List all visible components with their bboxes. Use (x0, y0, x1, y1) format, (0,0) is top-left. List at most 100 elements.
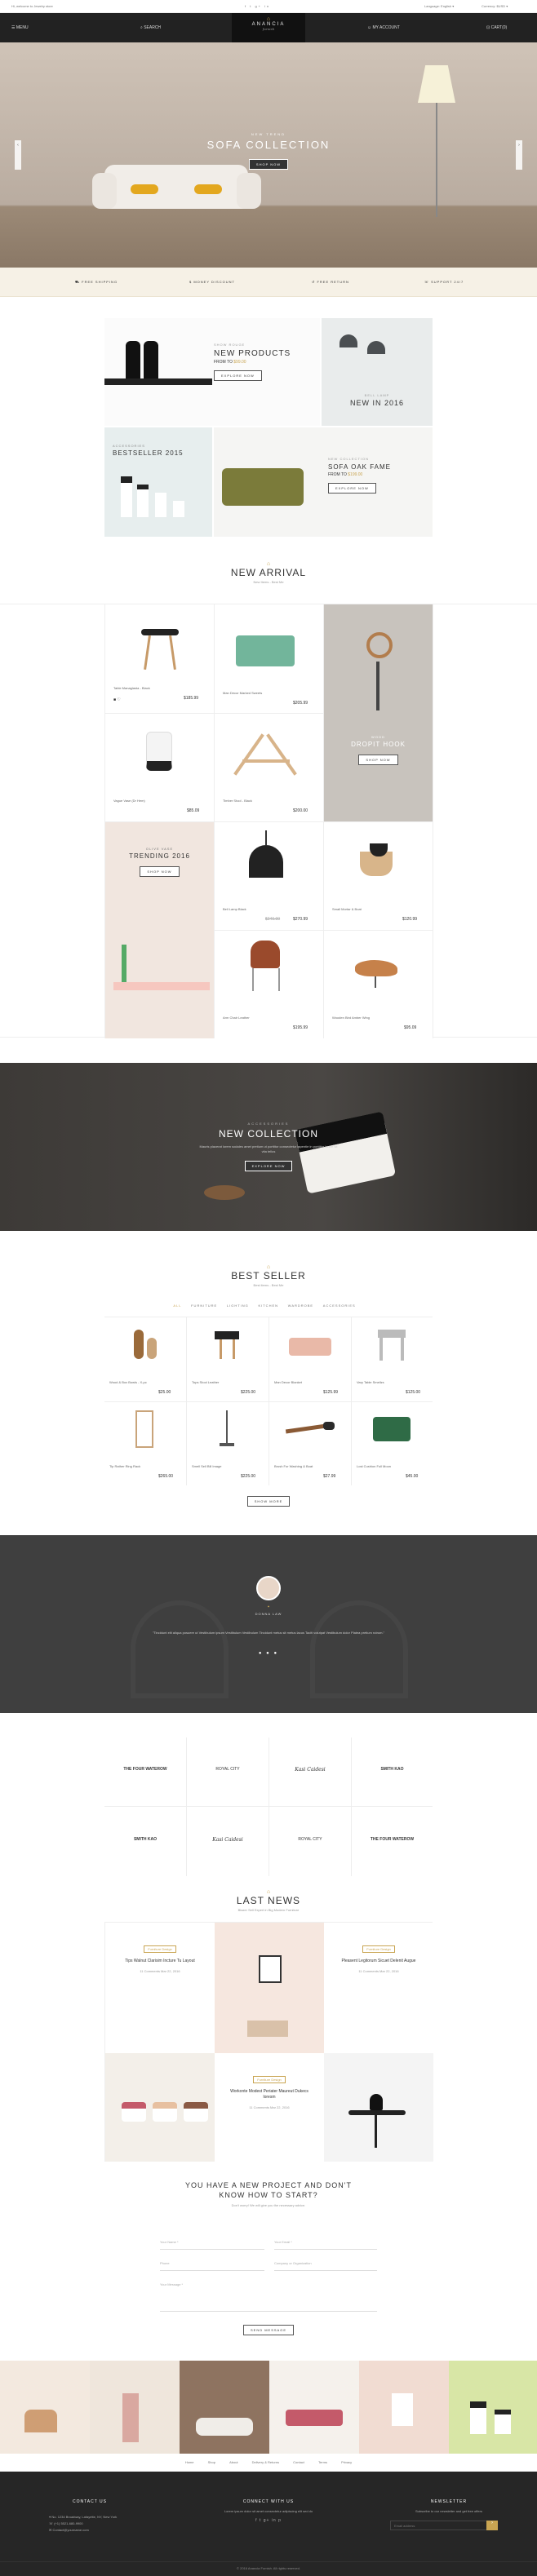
section-title: BEST SELLER (231, 1270, 306, 1281)
footer-heading: CONNECT WITH US (242, 2499, 295, 2504)
product-card[interactable]: Brush For Washing & Boat $27.99 (269, 1402, 351, 1485)
social-links[interactable]: f t g+ in (245, 4, 270, 8)
social-icons[interactable]: f t g+ in p (187, 2518, 350, 2523)
explore-button[interactable]: EXPLORE NOW (244, 1161, 293, 1171)
brand-logo[interactable]: ROYAL CITY (187, 1767, 268, 1772)
product-card[interactable]: Timber Stool - Black $200.00 (215, 714, 323, 821)
tab-all[interactable]: ALL (173, 1303, 181, 1308)
promo-kicker: SHOW ROUGE (214, 343, 246, 347)
product-card[interactable]: Lost Cushion Full Moon $45.00 (352, 1402, 433, 1485)
promo-bestseller[interactable]: ACCESSORIES BESTSELLER 2015 (104, 427, 212, 537)
product-card[interactable]: Wood & Box Bowls - X-pc $25.00 (104, 1318, 186, 1401)
promo-trending[interactable]: OLIVE VASE TRENDING 2016 SHOP NOW (105, 822, 214, 1038)
product-card[interactable]: Man Decor Blanket $125.99 (269, 1318, 351, 1401)
product-card[interactable]: Small Mortar & Boat $120.99 (324, 822, 433, 930)
prev-slide-button[interactable]: ‹ (15, 140, 21, 170)
welcome-text: Hi, welcome to Jewelry store (11, 4, 53, 8)
brand-logo[interactable]: Kasi Caidesi (187, 1837, 268, 1843)
product-image (134, 1330, 144, 1359)
subscribe-button[interactable]: › (486, 2521, 498, 2530)
product-price: $85.09 (187, 808, 200, 813)
brand-logo[interactable]: SMITH KAO (352, 1767, 433, 1772)
tab-accessories[interactable]: ACCESSORIES (323, 1303, 356, 1308)
brand-logo[interactable]: THE FOUR WATEROW (352, 1837, 433, 1842)
feature-free-shipping: ⛟ FREE SHIPPING (75, 280, 118, 284)
promo-new-products[interactable]: SHOW ROUGE NEW PRODUCTS FROM TO $99.00 E… (104, 318, 320, 426)
product-card[interactable]: Man Decor Marked Sweets $205.99 (215, 604, 323, 713)
news-card[interactable]: Furniture Design Pleasent Legitorum Sicu… (324, 1923, 433, 2053)
shop-now-button[interactable]: SHOP NOW (140, 866, 180, 877)
footer-heading: NEWSLETTER (430, 2499, 468, 2504)
footer-link[interactable]: About (229, 2460, 237, 2464)
promo-dropit-hook[interactable]: WOOD DROPIT HOOK SHOP NOW (324, 604, 433, 821)
hook-image (366, 632, 393, 658)
show-more-button[interactable]: SHOW MORE (246, 1496, 291, 1507)
message-field[interactable]: Your Message * (160, 2282, 377, 2312)
product-card[interactable]: Vary Table Smellzs $125.00 (352, 1318, 433, 1401)
email-field[interactable]: Your Email * (274, 2240, 377, 2250)
account-button[interactable]: ☺ MY ACCOUNT (367, 25, 400, 30)
tab-kitchen[interactable]: KITCHEN (258, 1303, 278, 1308)
brand-logo[interactable]: ROYAL CITY (269, 1837, 351, 1842)
product-card[interactable]: Bell Lamp Black $240.00 $270.99 (215, 822, 323, 930)
product-image (355, 960, 397, 976)
promo-title: NEW PRODUCTS (214, 349, 291, 358)
news-card[interactable]: Furniture Design Tips Walnut Clarisim In… (105, 1923, 215, 2053)
currency-select[interactable]: Currency: $USD ▾ (482, 4, 508, 8)
news-header: ⌂ LAST NEWS Blazer Sell Expert in Big Mo… (187, 1889, 350, 1912)
name-field[interactable]: Your Name * (160, 2240, 264, 2250)
tab-wardrobe[interactable]: WARDROBE (288, 1303, 313, 1308)
product-image (373, 1417, 411, 1441)
footer-link[interactable]: Privacy (341, 2460, 352, 2464)
footer-link[interactable]: Terms (318, 2460, 327, 2464)
section-title: LAST NEWS (236, 1895, 301, 1906)
category-tabs: ALL FURNITURE LIGHTING KITCHEN WARDROBE … (105, 1303, 432, 1308)
tab-furniture[interactable]: FURNITURE (191, 1303, 217, 1308)
company-field[interactable]: Company or Organization (274, 2261, 377, 2271)
add-to-cart-icon[interactable]: ■ ♡ (113, 697, 121, 702)
explore-button[interactable]: EXPLORE NOW (328, 483, 376, 494)
product-card[interactable]: Wooden Bird Amber Wing $95.09 (324, 931, 433, 1038)
product-card[interactable]: Vague Vase (Dr Hem) $85.09 (105, 714, 214, 821)
send-message-button[interactable]: SEND MESSAGE (242, 2325, 294, 2335)
product-price: $200.00 (293, 808, 308, 813)
brand-logo[interactable]: Kasi Caidesi (269, 1767, 351, 1773)
truck-icon: ⛟ (75, 280, 82, 284)
hero-shop-button[interactable]: SHOP NOW (248, 159, 289, 170)
brand-logo[interactable]: THE FOUR WATEROW (104, 1767, 186, 1772)
quote-icon: ❝ (267, 1605, 270, 1610)
language-select[interactable]: Language: English ▾ (424, 4, 454, 8)
footer-link[interactable]: Contact (293, 2460, 304, 2464)
product-card[interactable]: Table Managlasta - Black ■ ♡ $185.99 (105, 604, 214, 713)
logo[interactable]: ⌂ ANANCIA furnish (232, 13, 305, 42)
footer-link[interactable]: Delivery & Returns (252, 2460, 279, 2464)
cart-button[interactable]: ⊡ CART(0) (486, 25, 507, 30)
explore-button[interactable]: EXPLORE NOW (214, 370, 262, 381)
footer-link[interactable]: Shop (208, 2460, 215, 2464)
footer-link[interactable]: Home (185, 2460, 194, 2464)
product-image (251, 941, 280, 968)
product-name: Arm Chair Leather (223, 1016, 250, 1020)
newsletter-input[interactable]: Email address (390, 2521, 495, 2530)
menu-button[interactable]: ☰ MENU (11, 25, 29, 30)
news-grid: Furniture Design Tips Walnut Clarisim In… (104, 1922, 433, 2184)
product-card[interactable]: Smell Sell Bill Image $225.00 (187, 1402, 268, 1485)
phone-field[interactable]: Phone (160, 2261, 264, 2271)
next-slide-button[interactable]: › (516, 140, 522, 170)
product-card[interactable]: Tops Stool Leather $225.00 (187, 1318, 268, 1401)
shop-now-button[interactable]: SHOP NOW (358, 755, 398, 765)
footer-nav: Home Shop About Delivery & Returns Conta… (0, 2454, 537, 2472)
arrow-right-icon: › (491, 2521, 493, 2525)
promo-bell-lamp[interactable]: BELL LAMP NEW IN 2016 (322, 318, 433, 426)
product-card[interactable]: Arm Chair Leather $195.99 (215, 931, 323, 1038)
brand-logo[interactable]: SMITH KAO (104, 1837, 186, 1842)
hero-slider: ‹ › NEW TREND SOFA COLLECTION SHOP NOW (0, 42, 537, 268)
product-card[interactable]: Tip Rather Ring Rack $265.00 (104, 1402, 186, 1485)
slider-dots[interactable]: ● ● ● (252, 1651, 285, 1656)
promo-sofa-oak[interactable]: NEW COLLECTION SOFA OAK FAME FROM TO $19… (214, 427, 433, 537)
tab-lighting[interactable]: LIGHTING (227, 1303, 249, 1308)
cushion-left (131, 184, 158, 194)
search-button[interactable]: ⌕ SEARCH (140, 25, 161, 30)
product-image (135, 1410, 153, 1448)
lamp-stand (436, 103, 437, 217)
